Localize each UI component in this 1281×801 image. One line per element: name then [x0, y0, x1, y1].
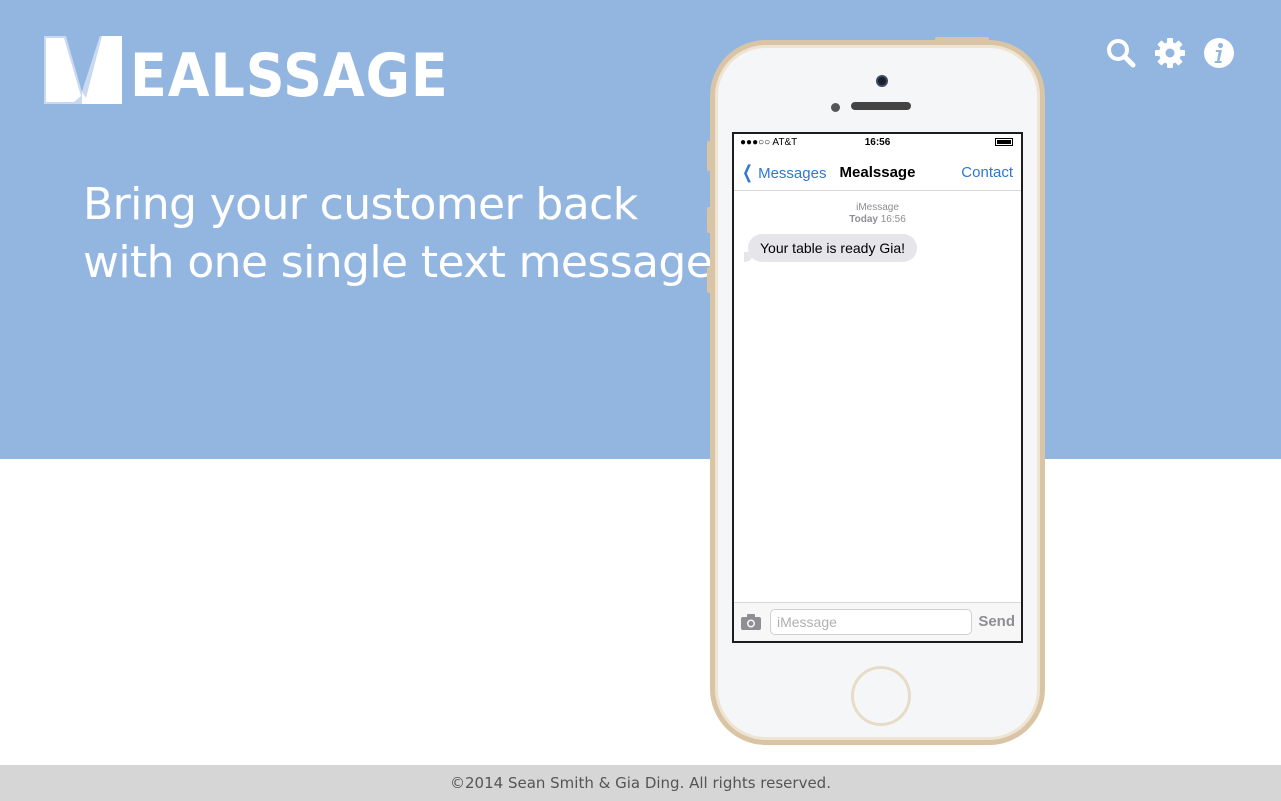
status-time: 16:56 [864, 137, 891, 148]
phone-volume-up [707, 207, 711, 233]
tagline-line-2: with one single text message. [83, 237, 726, 288]
search-icon[interactable] [1104, 36, 1138, 70]
footer: ©2014 Sean Smith & Gia Ding. All rights … [0, 765, 1281, 801]
thread-time: 16:56 [880, 214, 906, 225]
send-button[interactable]: Send [978, 613, 1015, 630]
thread-day: Today [849, 214, 878, 225]
phone-camera [876, 75, 888, 87]
tagline-line-1: Bring your customer back [83, 179, 638, 230]
hero-tagline: Bring your customer back with one single… [83, 176, 726, 292]
hero-banner: EALSSAGE Bring your customer back with o… [0, 0, 1281, 459]
message-input[interactable] [770, 609, 972, 635]
phone-power-button [935, 37, 989, 41]
home-button[interactable] [851, 666, 911, 726]
phone-mute-switch [707, 141, 711, 171]
logo-wordmark: EALSSAGE [130, 41, 449, 111]
phone-sensor [831, 103, 840, 112]
status-bar: ●●●○○ AT&T 16:56 [734, 134, 1021, 152]
top-toolbar [1104, 36, 1239, 72]
phone-speaker [851, 102, 911, 110]
phone-mockup: ●●●○○ AT&T 16:56 ❮ Messages Mealssage Con… [707, 37, 1045, 745]
phone-volume-down [707, 267, 711, 293]
messages-navbar: ❮ Messages Mealssage Contact [734, 154, 1021, 191]
copyright-text: ©2014 Sean Smith & Gia Ding. All rights … [450, 774, 831, 792]
contact-button[interactable]: Contact [961, 164, 1013, 181]
camera-icon[interactable] [740, 613, 762, 631]
thread-meta: iMessage Today 16:56 [734, 202, 1021, 226]
phone-screen: ●●●○○ AT&T 16:56 ❮ Messages Mealssage Con… [732, 132, 1023, 643]
battery-icon [995, 137, 1013, 148]
message-bubble: Your table is ready Gia! [743, 234, 918, 262]
gear-icon[interactable] [1153, 36, 1187, 70]
thread-service: iMessage [856, 202, 899, 213]
message-input-bar: Send [734, 602, 1021, 641]
logo[interactable]: EALSSAGE [44, 36, 448, 106]
info-icon[interactable] [1202, 36, 1236, 70]
logo-m-mark [44, 36, 122, 104]
